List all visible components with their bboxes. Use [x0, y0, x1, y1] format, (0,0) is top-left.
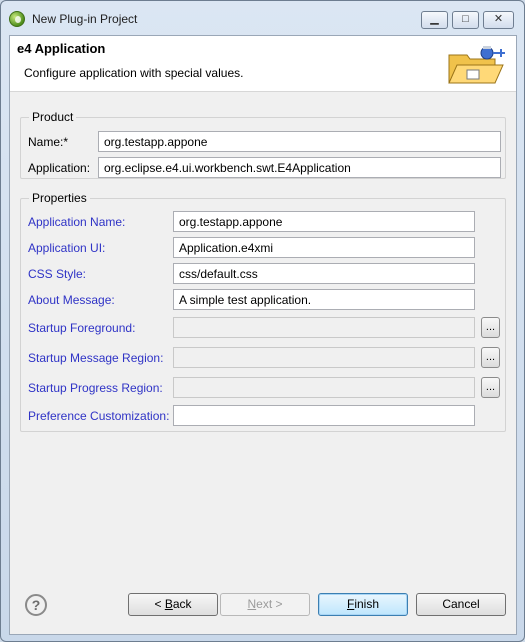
app-icon	[9, 11, 25, 27]
wizard-window: New Plug-in Project ▁ □ ✕ e4 Application…	[0, 0, 525, 642]
product-group: Product Name:* Application:	[20, 110, 506, 179]
title-bar[interactable]: New Plug-in Project ▁ □ ✕	[1, 1, 524, 35]
product-name-label: Name:*	[28, 135, 69, 149]
product-name-field[interactable]	[98, 131, 501, 152]
properties-group-title: Properties	[29, 191, 90, 205]
minimize-button[interactable]: ▁	[421, 11, 448, 29]
wizard-banner: e4 Application Configure application wit…	[10, 36, 516, 92]
wizard-content: e4 Application Configure application wit…	[9, 35, 517, 635]
application-name-label: Application Name:	[28, 215, 126, 229]
about-message-field[interactable]	[173, 289, 475, 310]
preference-customization-row: Preference Customization:	[21, 405, 505, 427]
product-group-title: Product	[29, 110, 77, 124]
startup-foreground-field	[173, 317, 475, 338]
startup-progress-region-browse-button[interactable]: ...	[481, 377, 500, 398]
about-message-label: About Message:	[28, 293, 115, 307]
close-button[interactable]: ✕	[483, 11, 514, 29]
preference-customization-field[interactable]	[173, 405, 475, 426]
cancel-button[interactable]: Cancel	[416, 593, 506, 616]
application-field[interactable]	[98, 157, 501, 178]
startup-foreground-label: Startup Foreground:	[28, 321, 136, 335]
startup-foreground-browse-button[interactable]: ...	[481, 317, 500, 338]
back-prefix: <	[154, 597, 165, 611]
css-style-row: CSS Style:	[21, 263, 505, 285]
startup-message-region-row: Startup Message Region: ...	[21, 347, 505, 369]
application-ui-field[interactable]	[173, 237, 475, 258]
wizard-footer: ? < Back Next > Finish Cancel	[10, 582, 516, 634]
startup-progress-region-field	[173, 377, 475, 398]
help-icon[interactable]: ?	[25, 594, 47, 616]
application-row: Application:	[21, 157, 505, 179]
finish-label-rest: inish	[354, 597, 380, 611]
application-name-field[interactable]	[173, 211, 475, 232]
window-title: New Plug-in Project	[32, 12, 138, 26]
startup-progress-region-row: Startup Progress Region: ...	[21, 377, 505, 399]
properties-group: Properties Application Name: Application…	[20, 191, 506, 432]
page-title: e4 Application	[17, 41, 106, 56]
page-description: Configure application with special value…	[24, 66, 244, 80]
startup-progress-region-label: Startup Progress Region:	[28, 381, 163, 395]
product-name-row: Name:*	[21, 131, 505, 153]
finish-button[interactable]: Finish	[318, 593, 408, 616]
next-mnemonic: N	[247, 597, 257, 611]
css-style-field[interactable]	[173, 263, 475, 284]
application-name-row: Application Name:	[21, 211, 505, 233]
preference-customization-label: Preference Customization:	[28, 409, 170, 423]
back-button[interactable]: < Back	[128, 593, 218, 616]
startup-message-region-browse-button[interactable]: ...	[481, 347, 500, 368]
plugin-folder-icon	[448, 46, 505, 84]
about-message-row: About Message:	[21, 289, 505, 311]
application-ui-row: Application UI:	[21, 237, 505, 259]
css-style-label: CSS Style:	[28, 267, 87, 281]
back-mnemonic: B	[164, 597, 173, 611]
startup-message-region-label: Startup Message Region:	[28, 351, 164, 365]
startup-message-region-field	[173, 347, 475, 368]
next-label-rest: ext >	[256, 597, 283, 611]
application-ui-label: Application UI:	[28, 241, 106, 255]
back-label-rest: ack	[172, 597, 192, 611]
maximize-button[interactable]: □	[452, 11, 479, 29]
next-button[interactable]: Next >	[220, 593, 310, 616]
startup-foreground-row: Startup Foreground: ...	[21, 317, 505, 339]
application-label: Application:	[28, 161, 91, 175]
